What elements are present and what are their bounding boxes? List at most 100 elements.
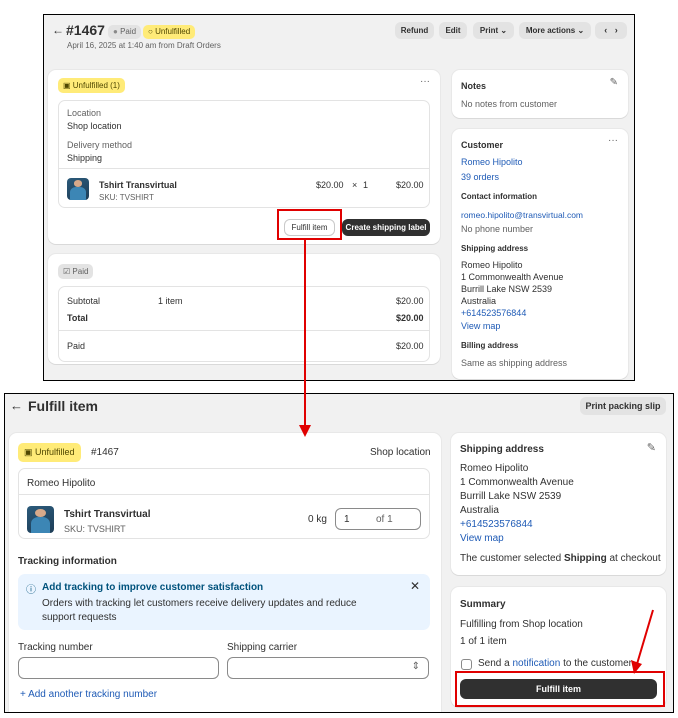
highlight-box-submit-button xyxy=(455,671,665,707)
quantity-stepper[interactable]: 1 of 1 xyxy=(335,508,421,530)
unfulfilled-count-badge: ▣ Unfulfilled (1) xyxy=(58,78,125,93)
view-map-link[interactable]: View map xyxy=(461,321,500,331)
item-name[interactable]: Tshirt Transvirtual xyxy=(99,180,177,190)
print-packing-slip-button[interactable]: Print packing slip xyxy=(580,397,666,415)
fulfill-location: Shop location xyxy=(370,447,431,458)
address-line: 1 Commonwealth Avenue xyxy=(461,272,564,282)
fulfilling-from: Fulfilling from Shop location xyxy=(460,619,583,630)
pager-buttons[interactable]: ‹ › xyxy=(595,22,627,39)
product-thumbnail xyxy=(67,178,89,200)
close-icon[interactable]: ✕ xyxy=(410,579,420,593)
order-number: #1467 xyxy=(66,22,105,38)
pencil-icon[interactable]: ✎ xyxy=(647,441,656,454)
subtotal-label: Subtotal xyxy=(67,296,101,306)
fulfill-page-title: Fulfill item xyxy=(28,398,98,414)
banner-text: Orders with tracking let customers recei… xyxy=(42,598,357,623)
shipping-address-title: Shipping address xyxy=(461,244,529,253)
summary-title: Summary xyxy=(460,599,506,610)
pencil-icon[interactable]: ✎ xyxy=(610,77,618,88)
shipping-carrier-select[interactable]: ⇕ xyxy=(227,657,429,679)
paid-label: Paid xyxy=(67,341,86,351)
order-subtitle: April 16, 2025 at 1:40 am from Draft Ord… xyxy=(67,41,221,50)
quantity-of: of 1 xyxy=(376,514,393,525)
order-number: #1467 xyxy=(91,447,119,458)
item-name[interactable]: Tshirt Transvirtual xyxy=(64,509,151,520)
paid-badge: ● Paid xyxy=(108,25,142,39)
notes-title: Notes xyxy=(461,81,487,91)
item-times: × xyxy=(352,180,358,190)
info-icon: ⓘ xyxy=(26,585,36,596)
billing-address-title: Billing address xyxy=(461,341,519,350)
product-thumbnail xyxy=(27,506,54,533)
select-arrows-icon: ⇕ xyxy=(411,661,420,672)
divider xyxy=(59,168,429,169)
delivery-method-value: Shipping xyxy=(67,153,103,163)
tracking-number-input[interactable] xyxy=(18,657,219,679)
more-dots-icon[interactable]: ··· xyxy=(420,76,430,87)
notes-text: No notes from customer xyxy=(461,99,558,109)
item-sku: SKU: TVSHIRT xyxy=(99,193,154,202)
add-tracking-link[interactable]: + Add another tracking number xyxy=(20,689,157,700)
paid-value: $20.00 xyxy=(396,341,424,351)
total-label: Total xyxy=(67,313,88,323)
quantity-value[interactable]: 1 xyxy=(344,514,350,525)
back-arrow-icon[interactable]: ← xyxy=(52,23,64,37)
notes-card: Notes ✎ No notes from customer xyxy=(452,70,628,118)
divider xyxy=(19,494,429,495)
address-line: Burrill Lake NSW 2539 xyxy=(460,491,562,502)
unfulfilled-badge: ▣ Unfulfilled xyxy=(18,443,81,462)
chevron-down-icon: ⌄ xyxy=(500,26,508,35)
chevron-left-icon[interactable]: ‹ xyxy=(604,25,607,35)
payment-summary-box xyxy=(58,286,430,362)
fulfill-items-card: ▣ Unfulfilled #1467 Shop location Romeo … xyxy=(9,433,441,712)
recipient-name: Romeo Hipolito xyxy=(27,478,96,489)
subtotal-value: $20.00 xyxy=(396,296,424,306)
highlight-box-fulfill-button xyxy=(277,209,342,240)
checkbox-icon: ☑ xyxy=(63,267,73,276)
tracking-info-banner: ⓘ Add tracking to improve customer satis… xyxy=(18,574,430,630)
dot-icon: ● xyxy=(113,27,121,36)
unfulfilled-card: ▣ Unfulfilled (1) ··· Location Shop loca… xyxy=(48,70,440,244)
tracking-info-title: Tracking information xyxy=(18,556,117,567)
address-phone-link[interactable]: +614523576844 xyxy=(460,519,533,530)
package-icon: ▣ xyxy=(63,81,73,90)
notify-customer-checkbox[interactable] xyxy=(461,659,472,670)
customer-email-link[interactable]: romeo.hipolito@transvirtual.com xyxy=(461,210,583,220)
chevron-down-icon: ⌄ xyxy=(577,26,585,35)
chevron-right-icon[interactable]: › xyxy=(615,25,618,35)
print-button[interactable]: Print ⌄ xyxy=(473,22,514,39)
address-line: 1 Commonwealth Avenue xyxy=(460,477,574,488)
shipping-carrier-label: Shipping carrier xyxy=(227,642,298,653)
more-dots-icon[interactable]: ··· xyxy=(608,135,618,146)
divider xyxy=(59,330,429,331)
address-line: Australia xyxy=(460,505,499,516)
address-line: Burrill Lake NSW 2539 xyxy=(461,284,553,294)
more-actions-button[interactable]: More actions ⌄ xyxy=(519,22,591,39)
billing-address-text: Same as shipping address xyxy=(461,358,568,368)
item-quantity: 1 xyxy=(363,180,369,190)
address-phone-link[interactable]: +614523576844 xyxy=(461,308,526,318)
notify-customer-label[interactable]: Send a notification to the customer xyxy=(478,658,632,669)
tracking-number-label: Tracking number xyxy=(18,642,93,653)
customer-card: Customer ··· Romeo Hipolito 39 orders Co… xyxy=(452,129,628,379)
shipping-address-title: Shipping address xyxy=(460,444,544,455)
refund-button[interactable]: Refund xyxy=(395,22,434,39)
edit-button[interactable]: Edit xyxy=(439,22,467,39)
subtotal-items: 1 item xyxy=(158,296,183,306)
create-shipping-label-button[interactable]: Create shipping label xyxy=(342,219,430,236)
item-sku: SKU: TVSHIRT xyxy=(64,524,126,534)
banner-title: Add tracking to improve customer satisfa… xyxy=(42,582,264,593)
order-page-screenshot: ← #1467 ● Paid ○ Unfulfilled April 16, 2… xyxy=(43,14,635,381)
fulfillment-details-box xyxy=(58,100,430,208)
address-line: Romeo Hipolito xyxy=(461,260,523,270)
shipping-address-card: Shipping address ✎ Romeo Hipolito 1 Comm… xyxy=(451,433,666,575)
view-map-link[interactable]: View map xyxy=(460,533,504,544)
item-price: $20.00 xyxy=(316,180,344,190)
back-arrow-icon[interactable]: ← xyxy=(10,398,23,413)
circle-icon: ○ xyxy=(148,27,156,36)
notification-link[interactable]: notification xyxy=(512,658,560,669)
customer-orders-link[interactable]: 39 orders xyxy=(461,172,499,182)
fulfill-page-screenshot: ← Fulfill item Print packing slip ▣ Unfu… xyxy=(4,393,674,713)
address-line: Australia xyxy=(461,296,497,306)
customer-name-link[interactable]: Romeo Hipolito xyxy=(461,157,523,167)
